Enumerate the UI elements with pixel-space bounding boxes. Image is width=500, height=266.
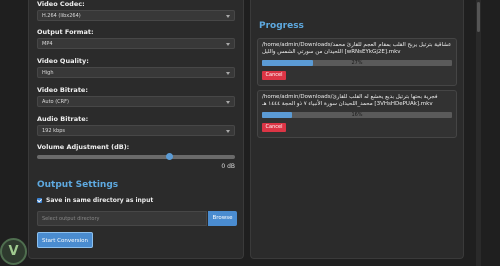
video-bitrate-label: Video Bitrate: — [37, 86, 88, 94]
output-settings-title: Output Settings — [37, 180, 119, 190]
same-directory-option[interactable]: Save in same directory as input — [37, 197, 153, 204]
same-directory-checkbox[interactable] — [37, 198, 42, 203]
progress-panel: Progress /home/admin/Downloads/عشاقية بت… — [250, 0, 464, 259]
start-conversion-button[interactable]: Start Conversion — [37, 232, 93, 248]
video-quality-select[interactable]: High — [37, 67, 235, 78]
cancel-button[interactable]: Cancel — [262, 123, 286, 132]
audio-bitrate-label: Audio Bitrate: — [37, 115, 89, 123]
filename-line-1: /home/admin/Downloads/عشاقية بترتيل يربح… — [262, 42, 452, 48]
progress-percent: 16% — [351, 112, 363, 118]
volume-label: Volume Adjustment (dB): — [37, 143, 130, 151]
progress-item-filename: /home/admin/Downloads/فجرية بحتها بترتيل… — [262, 94, 452, 108]
output-directory-input[interactable]: Select output directory — [37, 211, 207, 226]
filename-line-2: محمد_اللحيدان سورة الأنبياء ٧ ذو الحجة ١… — [262, 101, 433, 107]
page-scrollbar[interactable] — [476, 0, 481, 266]
volume-value: 0 dB — [221, 163, 235, 170]
progress-item-filename: /home/admin/Downloads/عشاقية بترتيل يربح… — [262, 42, 452, 56]
output-format-select[interactable]: MP4 — [37, 38, 235, 49]
progress-percent: 27% — [351, 60, 363, 66]
browse-button[interactable]: Browse — [208, 211, 237, 226]
output-format-label: Output Format: — [37, 28, 94, 36]
volume-slider-track[interactable] — [37, 155, 235, 159]
progress-bar: 27% — [262, 60, 452, 66]
video-quality-label: Video Quality: — [37, 57, 89, 65]
progress-bar: 16% — [262, 112, 452, 118]
filename-line-1: /home/admin/Downloads/فجرية بحتها بترتيل… — [262, 94, 438, 100]
filename-line-2: اللحيدان من سورتي الشمس والليل [wRNsEYkG… — [262, 49, 401, 55]
progress-title: Progress — [259, 21, 304, 31]
settings-panel: Video Codec: H.264 (libx264) Output Form… — [28, 0, 244, 259]
watermark-logo: V — [0, 238, 27, 265]
audio-bitrate-select[interactable]: 192 kbps — [37, 125, 235, 136]
video-codec-select[interactable]: H.264 (libx264) — [37, 10, 235, 21]
page-scrollbar-thumb[interactable] — [477, 2, 480, 32]
same-directory-label: Save in same directory as input — [46, 197, 154, 204]
progress-item: /home/admin/Downloads/فجرية بحتها بترتيل… — [257, 90, 457, 138]
video-codec-label: Video Codec: — [37, 0, 85, 8]
cancel-button[interactable]: Cancel — [262, 71, 286, 80]
progress-item: /home/admin/Downloads/عشاقية بترتيل يربح… — [257, 38, 457, 86]
video-bitrate-select[interactable]: Auto (CRF) — [37, 96, 235, 107]
